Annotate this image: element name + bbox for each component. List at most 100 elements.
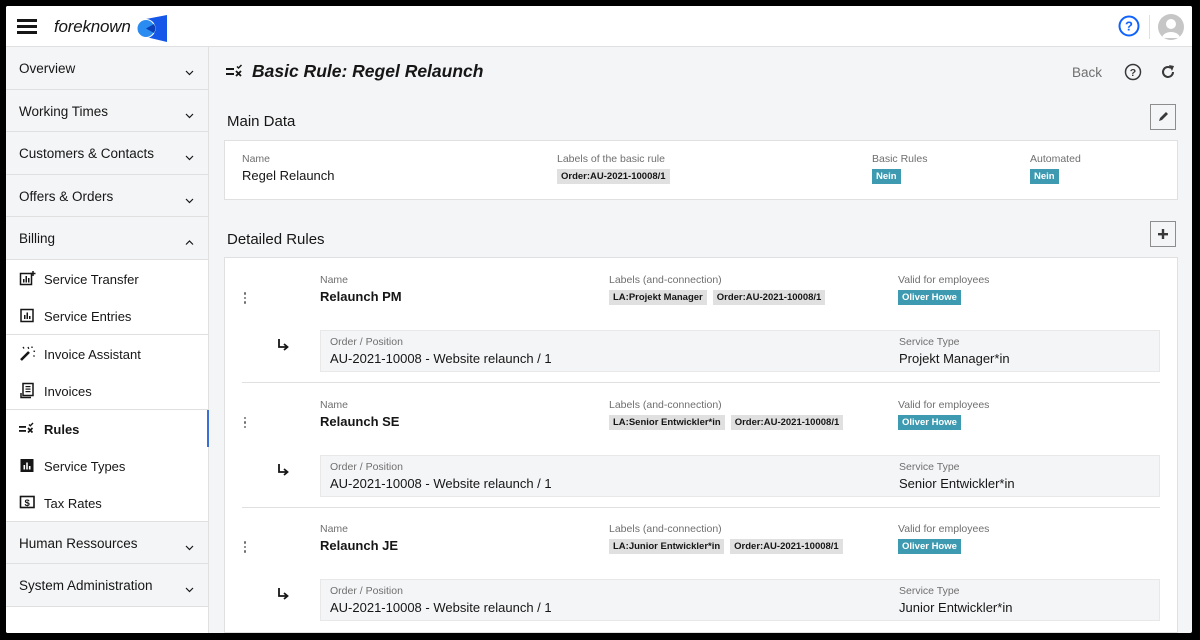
sidebar-item-tax-rates[interactable]: $ Tax Rates [6,483,208,521]
name-label: Name [320,523,349,535]
detailed-rule-row: Name Relaunch PM Labels (and-connection)… [242,264,1160,388]
sidebar-group-label: Billing [19,231,56,246]
order-position-value: AU-2021-10008 - Website relaunch / 1 [330,600,552,615]
rule-assignment-box: Order / Position AU-2021-10008 - Website… [320,330,1160,372]
sidebar-group-label: Human Ressources [19,535,138,551]
sidebar-item-label: Service Transfer [44,271,139,287]
employee-badge: Oliver Howe [898,290,961,305]
foreknown-logo-icon [136,15,167,42]
valid-label: Valid for employees [898,274,990,286]
help-icon[interactable]: ? [1124,63,1142,81]
sidebar-group[interactable]: Overview [6,47,208,90]
overflow-menu-icon[interactable] [242,416,248,433]
app-window: foreknown ? Overview Working Times Custo… [6,6,1192,633]
sidebar-group-label: Offers & Orders [19,188,114,204]
labels-label: Labels (and-connection) [609,398,722,411]
sidebar-group-label: Customers & Contacts [19,146,155,161]
chart-filled-icon [19,457,36,474]
sidebar-item-invoice-assistant[interactable]: Invoice Assistant [6,334,208,372]
chevron-up-icon[interactable] [185,234,194,245]
plus-icon [1158,229,1168,239]
rule-employees-field: Valid for employees Oliver Howe [898,399,989,430]
service-type-value: Junior Entwickler*in [899,600,1013,615]
chevron-down-icon[interactable] [185,107,194,118]
user-avatar-icon[interactable] [1158,14,1184,40]
main-data-title: Main Data [227,113,296,130]
name-label: Name [320,398,349,411]
service-type-field: Service Type Projekt Manager*in [899,336,1010,366]
rule-name: Relaunch SE [320,413,400,429]
back-button[interactable]: Back [1072,65,1102,80]
sidebar-item-label: Invoices [44,383,92,399]
label-tag: LA:Junior Entwickler*in [609,539,725,554]
sidebar-group-label: Overview [19,61,76,76]
rules-icon [226,64,243,77]
subdirectory-arrow-icon [278,339,289,351]
label-tag: Order:AU-2021-10008/1 [712,290,826,305]
rule-labels-field: Labels (and-connection) LA:Junior Entwic… [609,523,849,554]
brand-name: foreknown [54,17,131,36]
edit-button[interactable] [1150,104,1176,130]
automated-badge: Nein [1030,169,1059,184]
sidebar-item-label: Service Entries [44,308,132,324]
sidebar-group[interactable]: Offers & Orders [6,174,208,217]
labels-label: Labels (and-connection) [609,274,722,286]
sidebar: Overview Working Times Customers & Conta… [6,47,209,633]
main-data-card: Name Regel Relaunch Labels of the basic … [224,140,1178,200]
subdirectory-arrow-icon [278,588,289,600]
order-position-value: AU-2021-10008 - Website relaunch / 1 [330,351,552,366]
name-label: Name [242,153,271,165]
service-type-value: Senior Entwickler*in [899,475,1015,491]
sidebar-group-label: System Administration [19,578,153,593]
sidebar-item-service-entries[interactable]: Service Entries [6,296,208,334]
refresh-icon[interactable] [1160,64,1176,80]
order-position-label: Order / Position [330,585,403,597]
labels-label: Labels (and-connection) [609,523,722,535]
sidebar-item-label: Service Types [44,458,126,474]
rule-employees-field: Valid for employees Oliver Howe [898,274,989,305]
rules-icon [19,420,36,437]
detailed-rule-row: Name Relaunch JE Labels (and-connection)… [242,513,1160,633]
subdirectory-arrow-icon [278,463,289,476]
chevron-down-icon[interactable] [185,149,194,161]
sidebar-group[interactable]: System Administration [6,564,208,607]
add-rule-button[interactable] [1150,221,1176,247]
sidebar-group[interactable]: Customers & Contacts [6,132,208,175]
chevron-down-icon[interactable] [185,539,194,550]
chevron-down-icon[interactable] [185,192,194,203]
valid-label: Valid for employees [898,398,990,411]
rule-name: Relaunch PM [320,289,402,304]
employee-badge: Oliver Howe [898,414,961,430]
service-type-label: Service Type [899,460,960,473]
service-type-label: Service Type [899,585,960,597]
label-tag: LA:Projekt Manager [609,290,707,305]
help-circle-icon[interactable]: ? [1118,15,1140,37]
header-divider [1149,15,1150,39]
sidebar-item-service-types[interactable]: Service Types [6,446,208,484]
sidebar-item-service-transfer[interactable]: Service Transfer [6,259,208,297]
sidebar-item-rules[interactable]: Rules [6,409,209,447]
label-tag: Order:AU-2021-10008/1 [557,169,670,184]
automated-field: Automated Nein [1030,153,1081,184]
divider [242,506,1160,508]
rule-name-field: Name Relaunch JE [320,523,398,553]
chevron-down-icon[interactable] [185,64,194,76]
overflow-menu-icon[interactable] [242,292,248,308]
chevron-down-icon[interactable] [185,581,194,593]
receipt-icon [19,382,36,399]
rule-name: Relaunch JE [320,538,399,553]
overflow-menu-icon[interactable] [242,541,248,557]
sidebar-group[interactable]: Billing [6,217,208,260]
labels-label: Labels of the basic rule [557,153,665,165]
rule-labels-field: Labels (and-connection) LA:Projekt Manag… [609,274,831,305]
sidebar-group[interactable]: Human Ressources [6,521,208,564]
detailed-rules-card: Name Relaunch PM Labels (and-connection)… [224,257,1178,633]
hamburger-menu-icon[interactable] [17,19,37,34]
rule-assignment-box: Order / Position AU-2021-10008 - Website… [320,579,1160,621]
employee-badge: Oliver Howe [898,539,961,554]
svg-text:$: $ [25,498,31,509]
sidebar-group[interactable]: Working Times [6,89,208,132]
dollar-box-icon: $ [19,494,36,511]
sidebar-item-invoices[interactable]: Invoices [6,371,208,409]
automated-label: Automated [1030,153,1081,165]
